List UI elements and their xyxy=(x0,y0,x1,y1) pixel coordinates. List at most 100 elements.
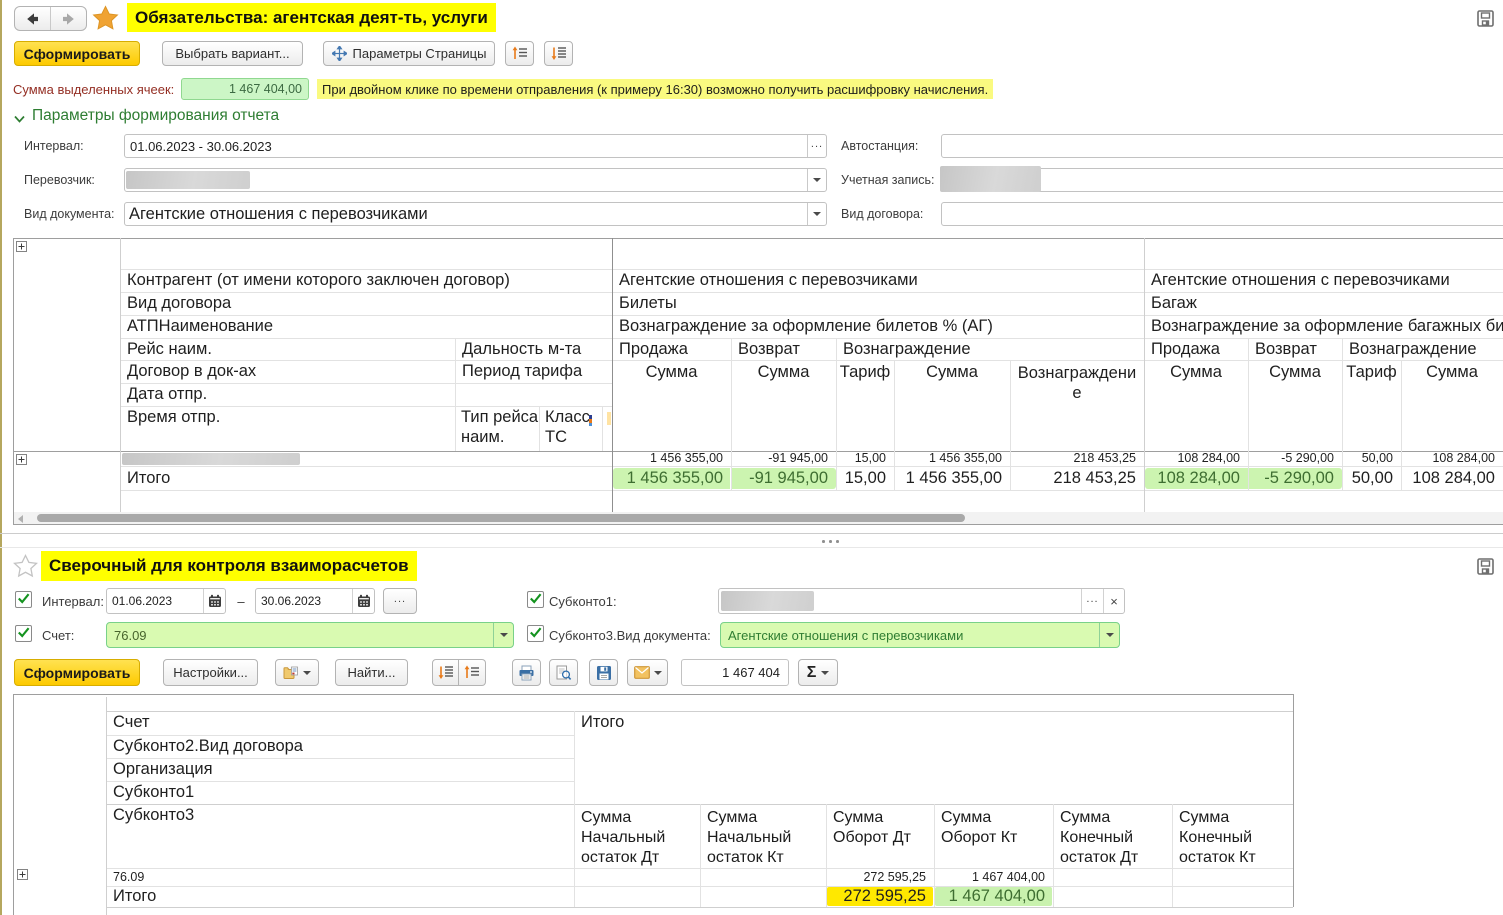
favorite-star-outline-icon[interactable] xyxy=(13,554,38,578)
generate-button[interactable]: Сформировать xyxy=(14,41,140,66)
t1-total-cell[interactable]: 108 284,00 xyxy=(1144,466,1248,490)
t2-total-header: Итого xyxy=(574,711,1293,804)
t2-total-cell[interactable]: 1 467 404,00 xyxy=(934,886,1053,907)
splitter-handle[interactable] xyxy=(822,539,844,543)
interval-ellipsis-button[interactable]: ... xyxy=(807,135,826,157)
save-report-icon[interactable] xyxy=(1477,10,1494,27)
account2-dropdown-button[interactable] xyxy=(493,623,513,647)
scrollbar-thumb[interactable] xyxy=(37,514,965,522)
page-params-button[interactable]: Параметры Страницы xyxy=(323,41,495,66)
carrier-dropdown-button[interactable] xyxy=(807,169,826,191)
find-button[interactable]: Найти... xyxy=(335,659,408,686)
date-from-calendar-button[interactable] xyxy=(203,589,225,613)
contract-type-field[interactable] xyxy=(941,202,1503,226)
subconto1-checkbox[interactable] xyxy=(527,591,544,608)
t1-data-cell[interactable]: 1 456 355,00 xyxy=(894,451,1010,466)
grid-line-v xyxy=(1401,360,1402,490)
grid-line-h xyxy=(13,524,1503,525)
back-button[interactable] xyxy=(15,7,50,30)
t1-data-cell[interactable]: 108 284,00 xyxy=(1401,451,1503,466)
grid-line-v xyxy=(13,238,14,525)
interval-field[interactable]: 01.06.2023 - 30.06.2023 ... xyxy=(124,134,827,158)
t1-data-cell[interactable]: 218 453,25 xyxy=(1010,451,1144,466)
t1-header-reward-group-baggage: Вознаграждение xyxy=(1342,338,1503,360)
expand-plus-icon[interactable] xyxy=(16,241,27,252)
subconto3-combo[interactable]: Агентские отношения с перевозчиками xyxy=(720,622,1120,648)
subconto1-clear-button[interactable]: × xyxy=(1103,589,1124,613)
t1-total-cell[interactable]: -5 290,00 xyxy=(1248,466,1342,490)
t2-data-cell[interactable]: 272 595,25 xyxy=(826,868,934,886)
grid-line-v xyxy=(1342,338,1343,490)
scroll-left-arrow-icon[interactable] xyxy=(18,515,23,523)
t2-data-cell[interactable]: 1 467 404,00 xyxy=(934,868,1053,886)
t1-data-cell[interactable]: 15,00 xyxy=(836,451,894,466)
station-field[interactable] xyxy=(941,134,1503,158)
subconto1-label: Субконто1: xyxy=(549,588,617,614)
preview-button[interactable] xyxy=(549,659,578,686)
doc-type-dropdown-button[interactable] xyxy=(807,203,826,225)
contract-type-label: Вид договора: xyxy=(841,202,923,226)
chevron-down-icon xyxy=(1106,633,1114,637)
window-left-edge xyxy=(0,0,2,915)
settings-button[interactable]: Настройки... xyxy=(163,659,258,686)
grid-line-v xyxy=(1248,338,1249,490)
t1-data-cell[interactable]: 1 456 355,00 xyxy=(612,451,731,466)
grid-line-v xyxy=(1293,694,1294,907)
sigma-icon: Σ xyxy=(807,664,817,682)
send-mail-button[interactable] xyxy=(627,659,668,686)
interval2-ellipsis-button[interactable]: ... xyxy=(383,588,417,614)
account2-checkbox[interactable] xyxy=(15,625,32,642)
application-window: Обязательства: агентская деят-ть, услуги… xyxy=(0,0,1503,915)
subconto3-dropdown-button[interactable] xyxy=(1099,623,1119,647)
collapse-chevron-icon[interactable] xyxy=(13,113,26,125)
move-down-button[interactable] xyxy=(544,41,573,66)
account2-combo[interactable]: 76.09 xyxy=(106,622,514,648)
expand-plus-icon[interactable] xyxy=(17,869,28,880)
date-to-calendar-button[interactable] xyxy=(352,589,374,613)
output-report-button[interactable] xyxy=(275,659,319,686)
save-report2-icon[interactable] xyxy=(1477,558,1494,575)
collapse-groups-button[interactable] xyxy=(432,659,459,686)
t2-total-cell[interactable]: 272 595,25 xyxy=(826,886,934,907)
date-to-field[interactable]: 30.06.2023 xyxy=(255,588,375,614)
subconto3-checkbox[interactable] xyxy=(527,625,544,642)
t1-data-cell[interactable]: -5 290,00 xyxy=(1248,451,1342,466)
move-up-button[interactable] xyxy=(505,41,534,66)
t1-total-cell[interactable]: 108 284,00 xyxy=(1401,466,1503,490)
t1-total-cell[interactable]: 218 453,25 xyxy=(1010,466,1144,490)
grid-line-h xyxy=(106,907,1293,908)
save-button[interactable] xyxy=(589,659,618,686)
date-from-field[interactable]: 01.06.2023 xyxy=(106,588,226,614)
calendar-icon xyxy=(208,594,222,608)
t1-data-cell[interactable]: -91 945,00 xyxy=(731,451,836,466)
subconto1-ellipsis-button[interactable]: ... xyxy=(1081,589,1103,613)
report-params-section-header[interactable]: Параметры формирования отчета xyxy=(32,107,279,125)
t1-total-cell[interactable]: 1 456 355,00 xyxy=(612,466,731,490)
subconto3-value: Агентские отношения с перевозчиками xyxy=(721,623,1099,647)
t1-data-cell[interactable]: 50,00 xyxy=(1342,451,1401,466)
t1-total-cell[interactable]: 50,00 xyxy=(1342,466,1401,490)
sort-up-icon xyxy=(464,665,480,680)
sigma-button[interactable]: Σ xyxy=(798,659,838,686)
horizontal-scrollbar[interactable] xyxy=(14,512,1503,524)
doc-type-value: Агентские отношения с перевозчиками xyxy=(125,203,807,225)
t1-total-cell[interactable]: 15,00 xyxy=(836,466,894,490)
forward-button[interactable] xyxy=(50,7,86,30)
interval-checkbox[interactable] xyxy=(15,591,32,608)
sort-down-icon xyxy=(438,665,454,680)
print-button[interactable] xyxy=(512,659,541,686)
move-cross-icon xyxy=(332,46,347,61)
doc-type-field[interactable]: Агентские отношения с перевозчиками xyxy=(124,202,827,226)
expand-plus-icon[interactable] xyxy=(16,454,27,465)
choose-variant-button[interactable]: Выбрать вариант... xyxy=(162,41,303,66)
find-button-label: Найти... xyxy=(348,665,396,680)
generate2-button[interactable]: Сформировать xyxy=(14,659,140,686)
report2-title: Сверочный для контроля взаиморасчетов xyxy=(41,551,417,581)
favorite-star-icon[interactable] xyxy=(92,5,119,31)
t2-data-label[interactable]: 76.09 xyxy=(106,868,574,886)
t1-total-cell[interactable]: -91 945,00 xyxy=(731,466,836,490)
expand-groups-button[interactable] xyxy=(459,659,486,686)
t1-data-cell[interactable]: 108 284,00 xyxy=(1144,451,1248,466)
t1-total-cell[interactable]: 1 456 355,00 xyxy=(894,466,1010,490)
autosum-field[interactable]: 1 467 404 xyxy=(681,659,789,686)
